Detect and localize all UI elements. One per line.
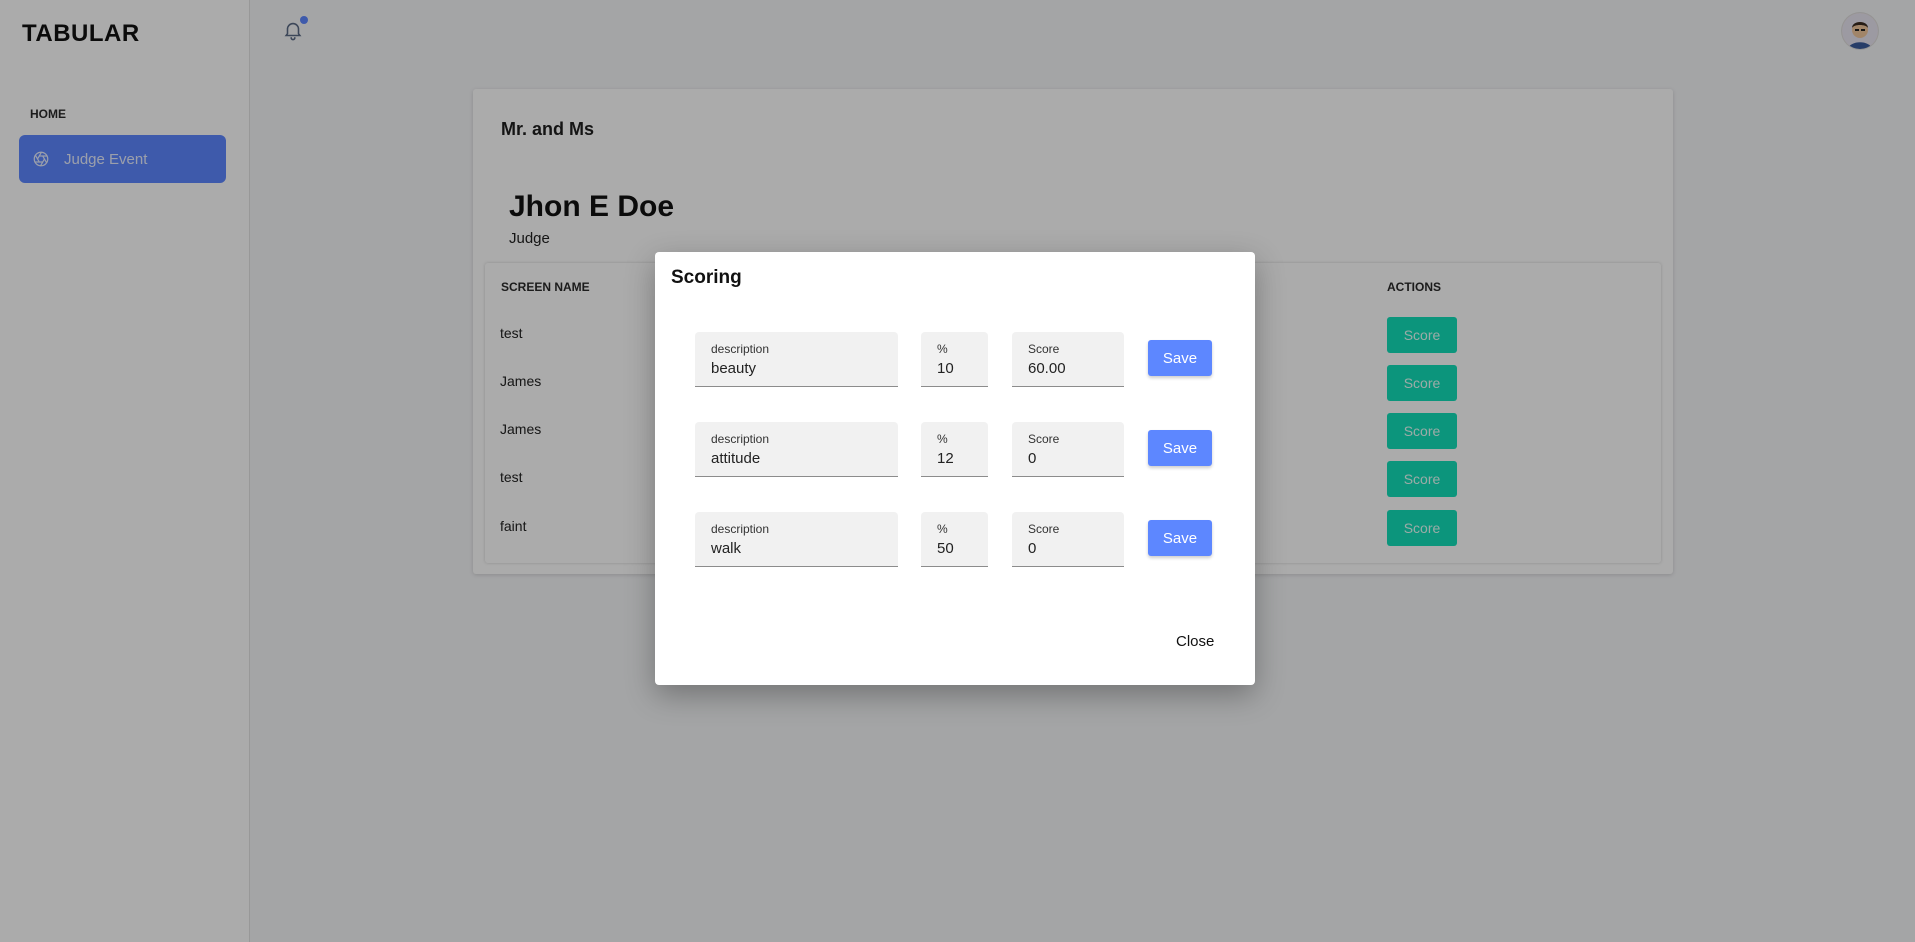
field-value: beauty [711,360,757,377]
percent-field[interactable]: % 10 [921,332,988,387]
field-value: 12 [937,450,954,467]
description-field[interactable]: description attitude [695,422,898,477]
save-button[interactable]: Save [1148,520,1212,556]
field-label: % [937,342,948,356]
save-button[interactable]: Save [1148,430,1212,466]
field-value: 60.00 [1028,360,1066,377]
field-label: description [711,342,770,356]
field-value: 10 [937,360,954,377]
percent-field[interactable]: % 50 [921,512,988,567]
field-label: Score [1028,342,1060,356]
percent-field[interactable]: % 12 [921,422,988,477]
field-value: 50 [937,540,954,557]
score-field[interactable]: Score 0 [1012,512,1124,567]
field-value: 0 [1028,450,1037,467]
field-label: description [711,522,770,536]
close-button[interactable]: Close [1170,632,1220,651]
field-label: Score [1028,432,1060,446]
save-button[interactable]: Save [1148,340,1212,376]
description-field[interactable]: description walk [695,512,898,567]
field-label: Score [1028,522,1060,536]
field-value: attitude [711,450,761,467]
field-label: description [711,432,770,446]
score-field[interactable]: Score 60.00 [1012,332,1124,387]
dialog-title: Scoring [671,267,742,288]
field-value: walk [711,540,742,557]
scoring-dialog: Scoring description beauty % 10 Score 60… [655,252,1255,685]
field-value: 0 [1028,540,1037,557]
field-label: % [937,522,948,536]
field-label: % [937,432,948,446]
description-field[interactable]: description beauty [695,332,898,387]
score-field[interactable]: Score 0 [1012,422,1124,477]
